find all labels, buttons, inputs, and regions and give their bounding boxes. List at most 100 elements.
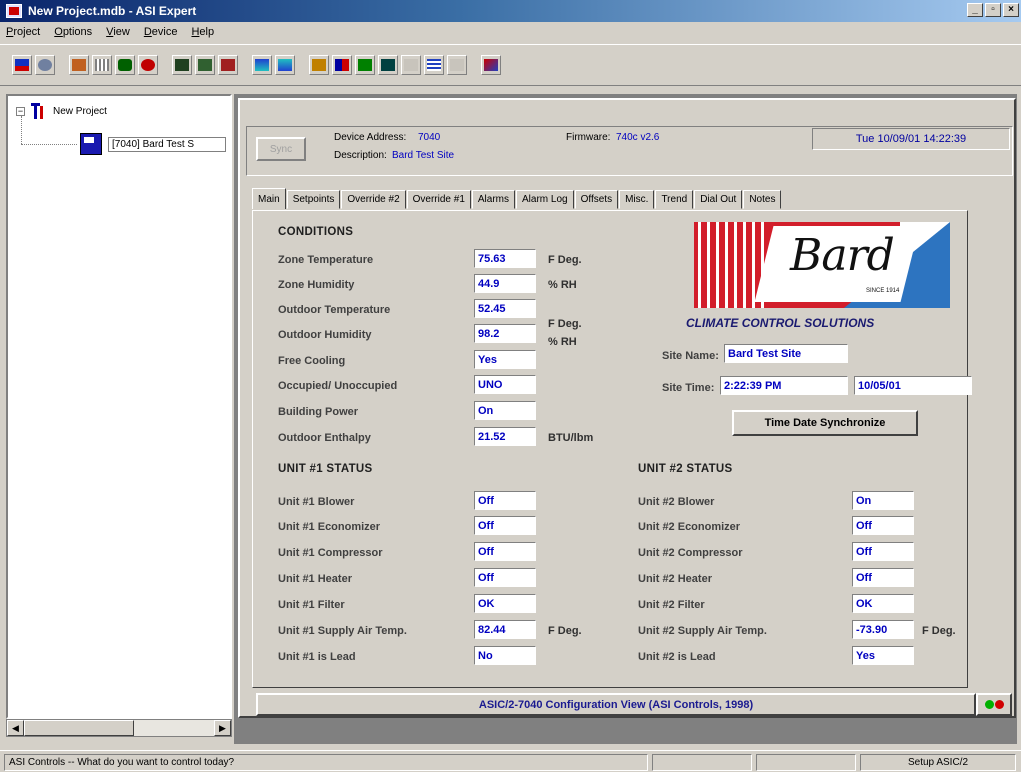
unit1-filter-field[interactable]: OK xyxy=(474,594,536,613)
tab-alarms[interactable]: Alarms xyxy=(471,190,516,209)
outdoor-temperature-field[interactable]: 52.45 xyxy=(474,299,536,318)
stop-button[interactable] xyxy=(138,55,158,75)
chart-button[interactable] xyxy=(424,55,444,75)
menu-device[interactable]: Device xyxy=(144,26,178,38)
device-icon xyxy=(80,133,102,155)
unit2-economizer-field[interactable]: Off xyxy=(852,516,914,535)
bard-logo: Bard SINCE 1914 xyxy=(694,222,950,308)
disabled-button[interactable] xyxy=(401,55,421,75)
free-cooling-label: Free Cooling xyxy=(278,355,346,367)
unit1-lead-field[interactable]: No xyxy=(474,646,536,665)
grid-button[interactable] xyxy=(92,55,112,75)
tree-root-node[interactable]: − New Project xyxy=(16,103,107,119)
disk-icon xyxy=(38,59,52,71)
tree-root-label: New Project xyxy=(53,105,107,117)
site-time-label: Site Time: xyxy=(662,382,715,394)
tab-trend[interactable]: Trend xyxy=(655,190,694,209)
unit2-filter-field[interactable]: OK xyxy=(852,594,914,613)
unit1-supply-air-field[interactable]: 82.44 xyxy=(474,620,536,639)
save-button[interactable] xyxy=(172,55,192,75)
new-project-button[interactable] xyxy=(12,55,32,75)
green-led-icon xyxy=(984,700,994,709)
tab-offsets[interactable]: Offsets xyxy=(574,190,619,209)
ti-button[interactable] xyxy=(332,55,352,75)
tree-scrollbar[interactable]: ◀ ▶ xyxy=(6,719,232,737)
monitor-button[interactable] xyxy=(355,55,375,75)
menu-project[interactable]: Project xyxy=(6,26,40,38)
menu-options[interactable]: Options xyxy=(54,26,92,38)
minimize-button[interactable]: _ xyxy=(967,3,983,17)
save-red-icon xyxy=(221,59,235,71)
disabled-chart-button[interactable] xyxy=(447,55,467,75)
logo-wordmark: Bard xyxy=(790,230,895,281)
free-cooling-field[interactable]: Yes xyxy=(474,350,536,369)
status-message: ASI Controls -- What do you want to cont… xyxy=(4,754,648,771)
save-all-button[interactable] xyxy=(195,55,215,75)
maximize-button[interactable]: ▫ xyxy=(985,3,1001,17)
tab-notes[interactable]: Notes xyxy=(743,190,782,209)
unit2-heater-field[interactable]: Off xyxy=(852,568,914,587)
tab-dial-out[interactable]: Dial Out xyxy=(694,190,743,209)
site-name-field[interactable]: Bard Test Site xyxy=(724,344,848,363)
status-bar: ASI Controls -- What do you want to cont… xyxy=(0,750,1021,772)
outdoor-humidity-label: Outdoor Humidity xyxy=(278,329,372,341)
outdoor-enthalpy-field[interactable]: 21.52 xyxy=(474,427,536,446)
unit1-heater-field[interactable]: Off xyxy=(474,568,536,587)
upload-button[interactable] xyxy=(275,55,295,75)
home-icon xyxy=(312,59,326,71)
tab-setpoints[interactable]: Setpoints xyxy=(286,190,341,209)
unit1-compressor-field[interactable]: Off xyxy=(474,542,536,561)
unit2-blower-field[interactable]: On xyxy=(852,491,914,510)
unit2-lead-field[interactable]: Yes xyxy=(852,646,914,665)
building-power-field[interactable]: On xyxy=(474,401,536,420)
tools-button[interactable] xyxy=(481,55,501,75)
zone-temperature-field[interactable]: 75.63 xyxy=(474,249,536,268)
site-time-field[interactable]: 2:22:39 PM xyxy=(720,376,848,395)
menu-help[interactable]: Help xyxy=(191,26,214,38)
collapse-icon[interactable]: − xyxy=(16,106,25,116)
menu-view[interactable]: View xyxy=(106,26,130,38)
zone-humidity-field[interactable]: 44.9 xyxy=(474,274,536,293)
tab-main[interactable]: Main xyxy=(252,188,286,209)
device-datetime: Tue 10/09/01 14:22:39 xyxy=(812,128,1010,150)
sync-button[interactable]: Sync xyxy=(256,137,306,161)
site-date-field[interactable]: 10/05/01 xyxy=(854,376,972,395)
tab-misc[interactable]: Misc. xyxy=(619,190,655,209)
time-date-synchronize-button[interactable]: Time Date Synchronize xyxy=(732,410,918,436)
unit1-blower-field[interactable]: Off xyxy=(474,491,536,510)
tree-device-node[interactable]: [7040] Bard Test S xyxy=(80,133,226,155)
scroll-right-icon[interactable]: ▶ xyxy=(214,720,231,736)
tree-pane xyxy=(6,94,232,719)
unit1-lead-label: Unit #1 is Lead xyxy=(278,651,356,663)
zone-temperature-label: Zone Temperature xyxy=(278,254,374,266)
connect-button[interactable] xyxy=(69,55,89,75)
binoculars-button[interactable] xyxy=(115,55,135,75)
open-button[interactable] xyxy=(35,55,55,75)
panel-button[interactable] xyxy=(378,55,398,75)
unit2-compressor-field[interactable]: Off xyxy=(852,542,914,561)
close-button[interactable]: × xyxy=(1003,3,1019,17)
download-button[interactable] xyxy=(252,55,272,75)
building-power-label: Building Power xyxy=(278,406,359,418)
occupied-field[interactable]: UNO xyxy=(474,375,536,394)
tab-override-2[interactable]: Override #2 xyxy=(341,190,406,209)
tab-alarm-log[interactable]: Alarm Log xyxy=(516,190,574,209)
device-address-label: Device Address: xyxy=(334,132,407,143)
tree-connector-h xyxy=(21,144,77,145)
status-pane-empty-2 xyxy=(756,754,856,771)
tab-override-1[interactable]: Override #1 xyxy=(406,190,471,209)
unit2-supply-air-field[interactable]: -73.90 xyxy=(852,620,914,639)
save-red-button[interactable] xyxy=(218,55,238,75)
status-mode: Setup ASIC/2 xyxy=(860,754,1016,771)
occupied-label: Occupied/ Unoccupied xyxy=(278,380,398,392)
unit1-supply-air-unit: F Deg. xyxy=(548,625,582,637)
unit1-economizer-field[interactable]: Off xyxy=(474,516,536,535)
description-label: Description: xyxy=(334,150,387,161)
home-button[interactable] xyxy=(309,55,329,75)
tools-icon xyxy=(484,59,498,71)
scroll-left-icon[interactable]: ◀ xyxy=(7,720,24,736)
outdoor-humidity-field[interactable]: 98.2 xyxy=(474,324,536,343)
scroll-thumb[interactable] xyxy=(24,720,134,736)
status-pane-empty-1 xyxy=(652,754,752,771)
logo-since: SINCE 1914 xyxy=(866,288,900,294)
